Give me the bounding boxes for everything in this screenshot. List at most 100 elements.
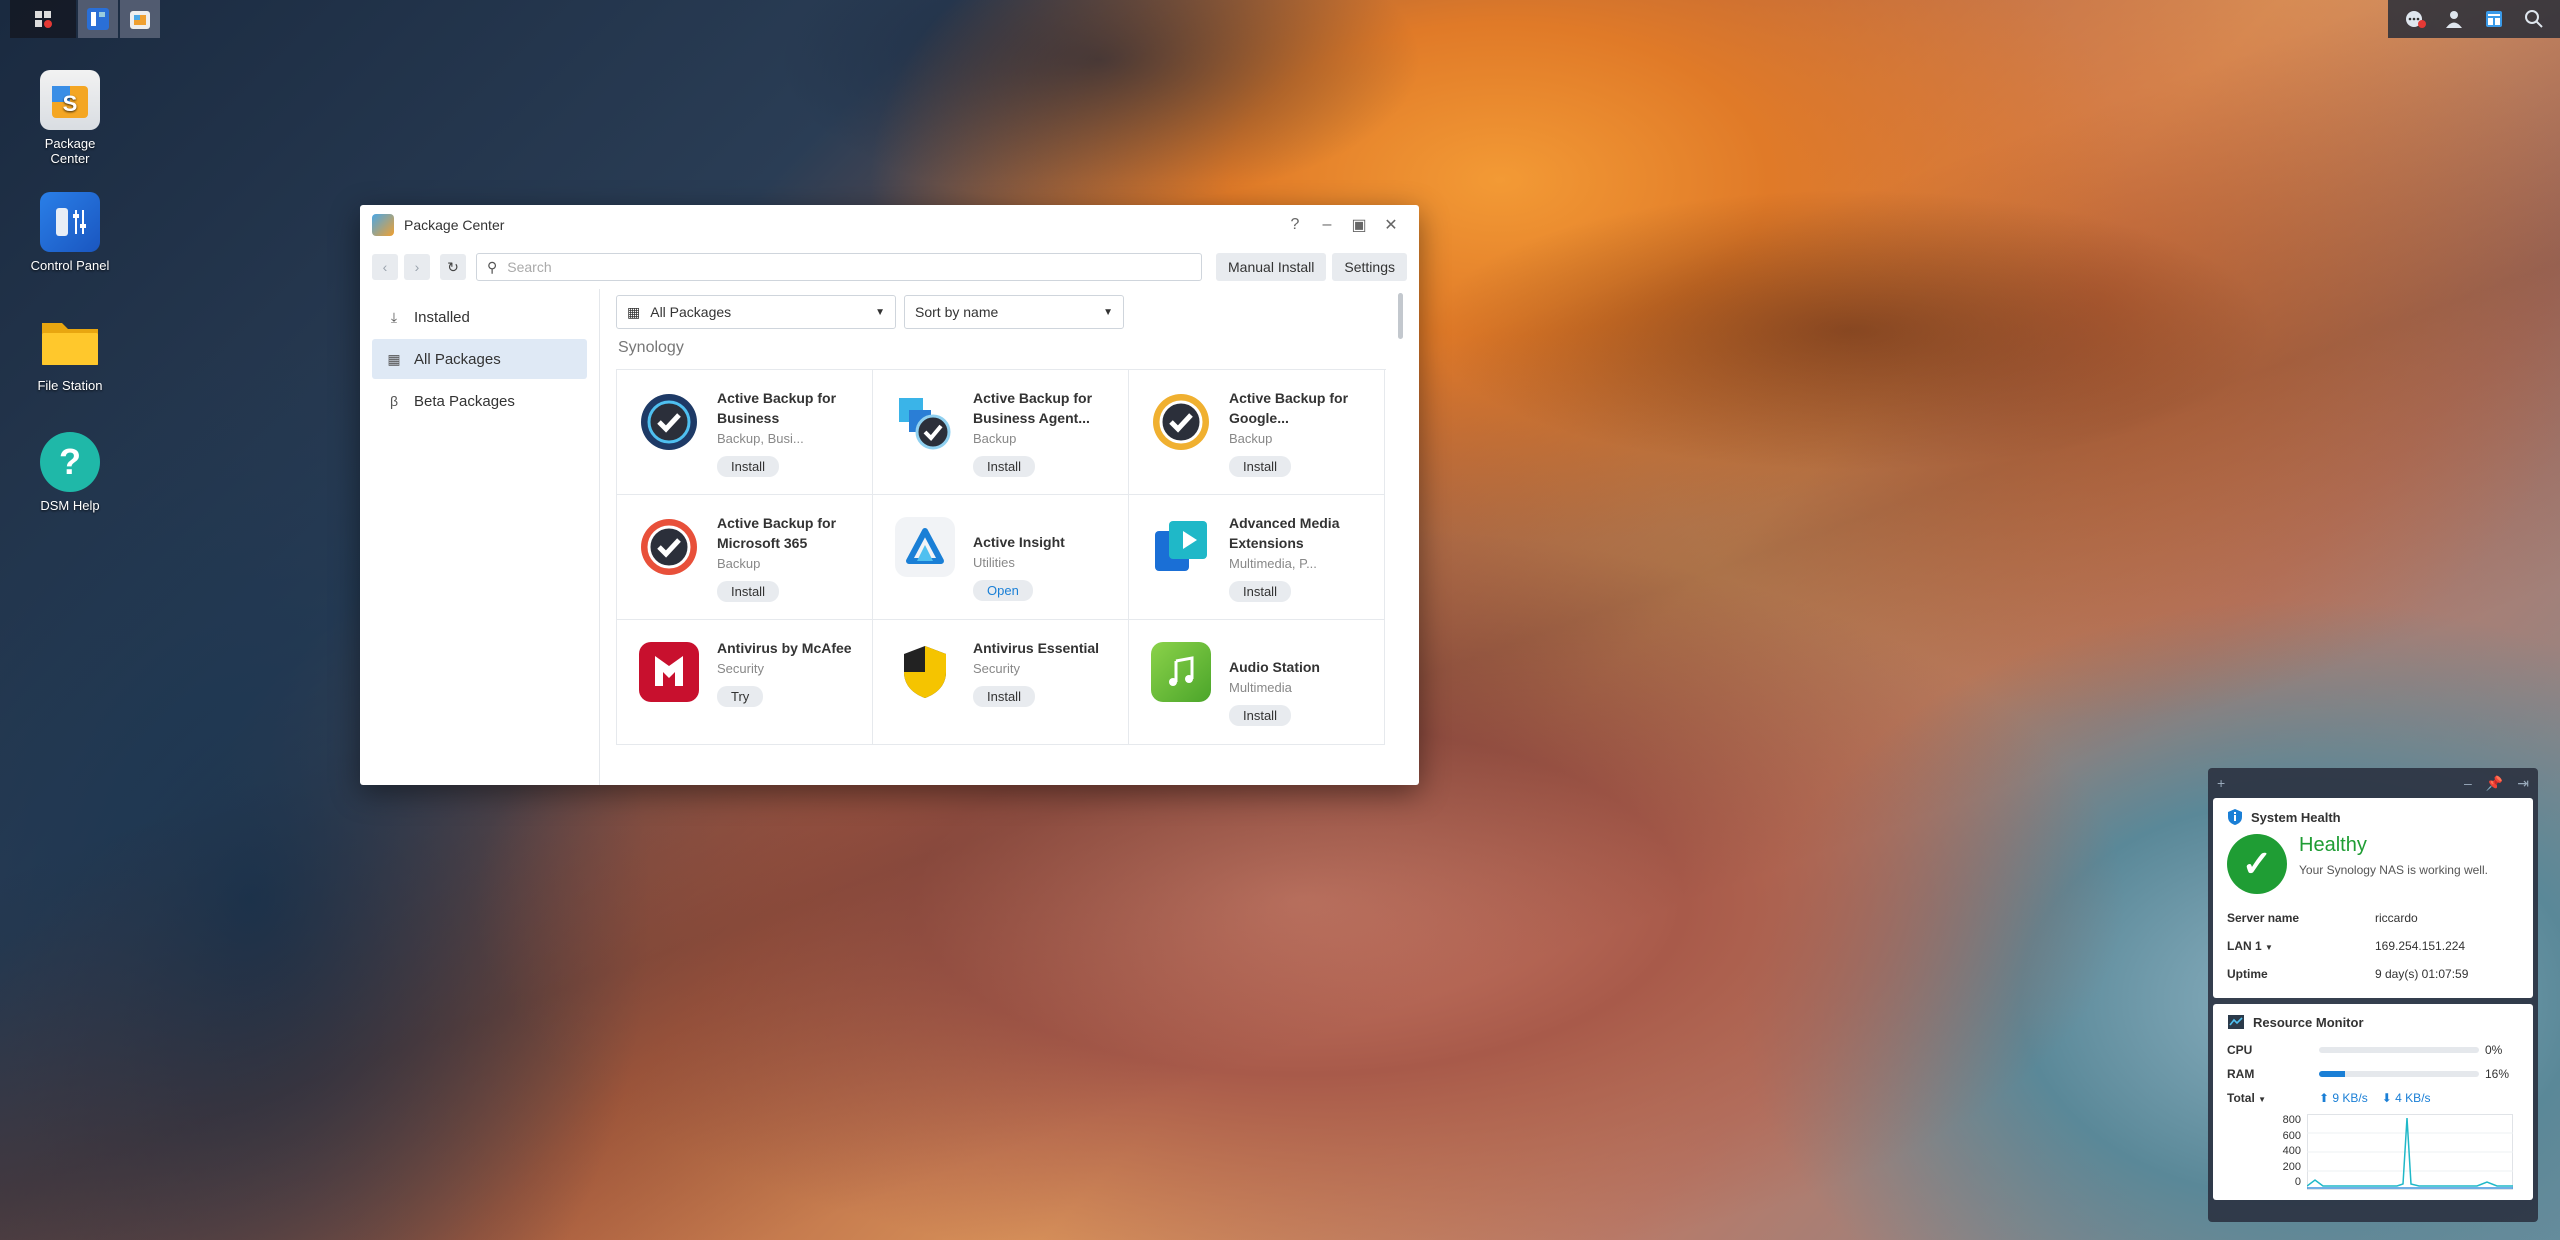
refresh-icon: ↻ — [447, 258, 459, 275]
package-center-icon — [130, 11, 150, 29]
desktop-icon-package-center[interactable]: S Package Center — [10, 70, 130, 166]
minimize-widgets-button[interactable]: – — [2464, 775, 2472, 791]
main-menu-button[interactable] — [10, 0, 76, 38]
uptime-label: Uptime — [2227, 967, 2268, 981]
shield-icon — [895, 642, 955, 702]
notifications-button[interactable] — [2394, 0, 2434, 38]
taskbar — [0, 0, 162, 38]
sort-dropdown[interactable]: Sort by name ▼ — [904, 295, 1124, 329]
manual-install-button[interactable]: Manual Install — [1216, 253, 1327, 281]
package-card[interactable]: Active Backup for Business Backup, Busi.… — [617, 370, 873, 495]
desktop-icon-dsm-help[interactable]: ? DSM Help — [10, 432, 130, 513]
window-titlebar[interactable]: Package Center ? – ▣ ✕ — [360, 205, 1419, 245]
window-title: Package Center — [404, 217, 505, 233]
user-button[interactable] — [2434, 0, 2474, 38]
search-button[interactable] — [2514, 0, 2554, 38]
add-widget-button[interactable]: + — [2217, 775, 2225, 791]
server-name-value: riccardo — [2375, 911, 2418, 925]
install-button[interactable]: Install — [1229, 456, 1291, 477]
install-button[interactable]: Install — [717, 456, 779, 477]
help-button[interactable]: ? — [1279, 216, 1311, 234]
ram-label: RAM — [2227, 1067, 2255, 1081]
category-value: All Packages — [650, 304, 732, 320]
resource-monitor-title: Resource Monitor — [2253, 1014, 2364, 1030]
sort-value: Sort by name — [915, 304, 999, 320]
backup-google-icon — [1151, 392, 1211, 452]
sidebar-item-label: Beta Packages — [414, 392, 515, 410]
caret-down-icon: ▼ — [1103, 306, 1113, 318]
widgets-button[interactable] — [2474, 0, 2514, 38]
total-selector[interactable]: Total ▼ — [2227, 1091, 2319, 1105]
chart-y-axis: 800 600 400 200 0 — [2227, 1114, 2307, 1188]
package-card[interactable]: Active Insight Utilities Open — [873, 495, 1129, 620]
package-category: Security — [717, 661, 764, 676]
install-button[interactable]: Install — [973, 456, 1035, 477]
desktop-icon-control-panel[interactable]: Control Panel — [10, 192, 130, 273]
taskbar-app-control-panel[interactable] — [78, 0, 118, 38]
check-icon: ✓ — [2227, 834, 2287, 894]
sidebar-item-all-packages[interactable]: ▦ All Packages — [372, 339, 587, 379]
search-icon — [2525, 10, 2543, 28]
package-card[interactable]: Active Backup for Google... Backup Insta… — [1129, 370, 1385, 495]
search-input[interactable]: ⚲ Search — [476, 253, 1203, 281]
folder-icon — [40, 312, 100, 372]
settings-button[interactable]: Settings — [1332, 253, 1407, 281]
open-button[interactable]: Open — [973, 579, 1033, 601]
collapse-widgets-button[interactable]: ⇥ — [2517, 775, 2529, 792]
desktop-icon-label: Control Panel — [30, 258, 110, 273]
maximize-button[interactable]: ▣ — [1343, 215, 1375, 235]
sidebar: ⤓ Installed ▦ All Packages β Beta Packag… — [360, 289, 600, 785]
y-tick-label: 800 — [2282, 1114, 2301, 1126]
download-icon: ⤓ — [390, 308, 398, 325]
try-button[interactable]: Try — [717, 686, 764, 707]
scrollbar[interactable] — [1398, 293, 1403, 339]
download-arrow-icon: ⬇ — [2381, 1091, 2392, 1105]
install-button[interactable]: Install — [1229, 581, 1291, 602]
category-dropdown[interactable]: ▦ All Packages ▼ — [616, 295, 896, 329]
pin-button[interactable]: 📌 — [2486, 775, 2503, 792]
media-extensions-icon — [1151, 517, 1211, 577]
search-icon: ⚲ — [487, 258, 498, 275]
lan-selector[interactable]: LAN 1 ▼ — [2227, 939, 2375, 953]
chevron-left-icon: ‹ — [382, 259, 388, 275]
install-button[interactable]: Install — [973, 686, 1035, 707]
toolbar: ‹ › ↻ ⚲ Search Manual Install Settings — [360, 245, 1419, 289]
back-button[interactable]: ‹ — [372, 254, 398, 280]
package-card[interactable]: Audio Station Multimedia Install — [1129, 620, 1385, 745]
close-button[interactable]: ✕ — [1375, 215, 1407, 235]
desktop-icon-file-station[interactable]: File Station — [10, 312, 130, 393]
desktop-icon-label: DSM Help — [40, 498, 100, 513]
refresh-button[interactable]: ↻ — [440, 254, 466, 280]
sidebar-item-beta-packages[interactable]: β Beta Packages — [372, 381, 587, 421]
sidebar-item-installed[interactable]: ⤓ Installed — [372, 297, 587, 337]
download-rate: ⬇ 4 KB/s — [2382, 1091, 2431, 1105]
system-health-title: System Health — [2251, 809, 2341, 825]
package-card[interactable]: Active Backup for Business Agent... Back… — [873, 370, 1129, 495]
install-button[interactable]: Install — [1229, 704, 1291, 726]
package-name: Active Insight — [973, 533, 1065, 550]
ram-bar — [2319, 1071, 2479, 1077]
package-name: Active Backup for Microsoft 365 — [717, 515, 837, 551]
package-name: Advanced Media Extensions — [1229, 515, 1340, 551]
taskbar-app-package-center[interactable] — [120, 0, 160, 38]
package-card[interactable]: Antivirus Essential Security Install — [873, 620, 1129, 745]
backup-microsoft-icon — [639, 517, 699, 577]
package-card[interactable]: Antivirus by McAfee Security Try — [617, 620, 873, 745]
resource-monitor-widget: Resource Monitor CPU 0% RAM 16% Total ▼ … — [2213, 1004, 2533, 1200]
maximize-icon: ▣ — [1351, 217, 1367, 234]
forward-button[interactable]: › — [404, 254, 430, 280]
uptime-value: 9 day(s) 01:07:59 — [2375, 967, 2469, 981]
package-category: Backup, Busi... — [717, 431, 804, 446]
package-card[interactable]: Active Backup for Microsoft 365 Backup I… — [617, 495, 873, 620]
taskbar-tray — [2388, 0, 2560, 38]
package-category: Multimedia — [1229, 679, 1292, 695]
package-card[interactable]: Advanced Media Extensions Multimedia, P.… — [1129, 495, 1385, 620]
svg-text:S: S — [63, 91, 78, 116]
install-button[interactable]: Install — [717, 581, 779, 602]
backup-agent-icon — [895, 392, 955, 452]
pin-icon: 📌 — [2485, 774, 2504, 791]
server-name-label: Server name — [2227, 911, 2300, 925]
beta-icon: β — [389, 393, 399, 409]
caret-down-icon: ▼ — [875, 306, 885, 318]
minimize-button[interactable]: – — [1311, 216, 1343, 234]
